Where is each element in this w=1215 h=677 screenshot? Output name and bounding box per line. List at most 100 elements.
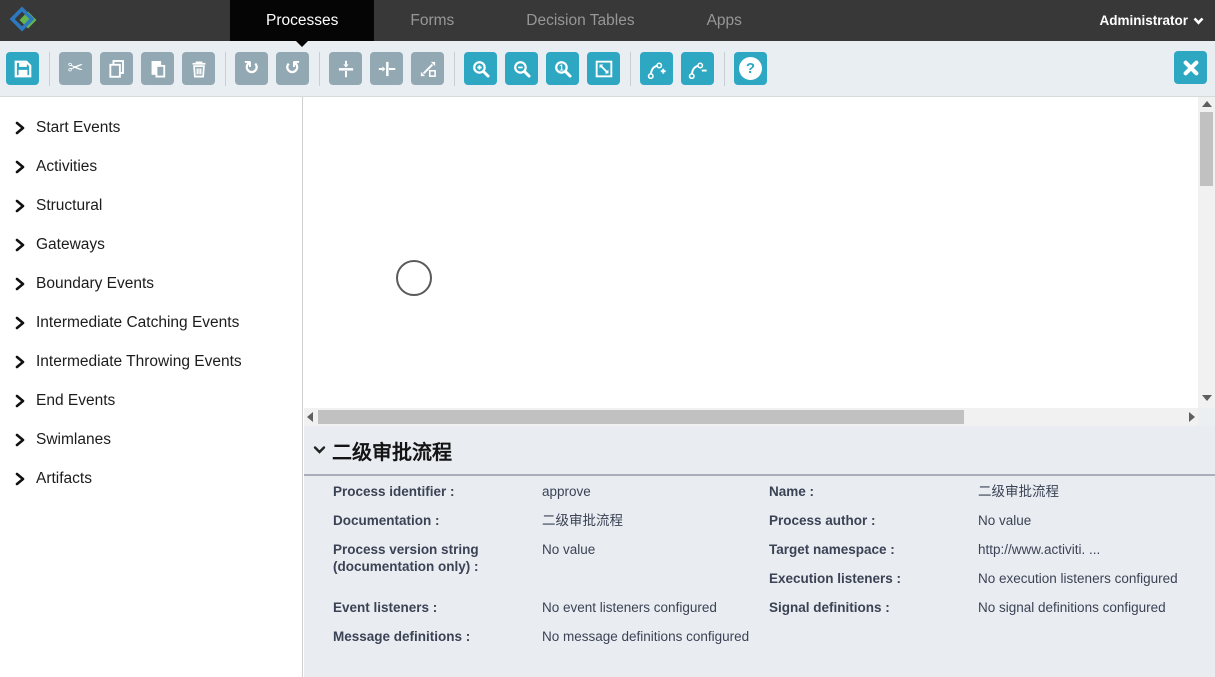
paste-button[interactable] bbox=[141, 52, 174, 85]
scissors-icon: ✂ bbox=[68, 59, 84, 78]
scroll-left-arrow[interactable] bbox=[307, 412, 313, 422]
same-size-icon bbox=[418, 59, 438, 79]
horizontal-scroll-thumb[interactable] bbox=[318, 410, 964, 424]
zoom-fit-icon bbox=[594, 59, 614, 79]
chevron-right-icon bbox=[14, 121, 26, 135]
chevron-right-icon bbox=[14, 238, 26, 252]
remove-bendpoint-icon bbox=[688, 59, 708, 79]
vertical-scroll-thumb[interactable] bbox=[1200, 112, 1213, 186]
copy-icon bbox=[107, 59, 127, 79]
property-value[interactable]: No signal definitions configured bbox=[978, 599, 1215, 616]
canvas-horizontal-scrollbar[interactable] bbox=[304, 408, 1198, 426]
user-name: Administrator bbox=[1099, 13, 1188, 28]
help-button[interactable]: ? bbox=[734, 52, 767, 85]
sidebar-item-boundary-events[interactable]: Boundary Events bbox=[0, 264, 302, 303]
sidebar-item-intermediate-catching-events[interactable]: Intermediate Catching Events bbox=[0, 303, 302, 342]
paste-icon bbox=[148, 59, 168, 79]
property-value[interactable]: No execution listeners configured bbox=[978, 570, 1215, 587]
tab-apps[interactable]: Apps bbox=[671, 0, 778, 41]
sidebar-item-swimlanes[interactable]: Swimlanes bbox=[0, 420, 302, 459]
align-vertical-button[interactable] bbox=[329, 52, 362, 85]
sidebar-item-label: Intermediate Catching Events bbox=[36, 314, 239, 332]
chevron-down-icon bbox=[313, 445, 326, 455]
redo-button[interactable]: ↻ bbox=[235, 52, 268, 85]
property-label: Execution listeners : bbox=[769, 570, 978, 587]
zoom-in-button[interactable] bbox=[464, 52, 497, 85]
property-row-process-author: Process author : No value bbox=[769, 512, 1215, 541]
property-value[interactable]: No event listeners configured bbox=[542, 599, 760, 616]
scroll-up-arrow[interactable] bbox=[1202, 101, 1212, 107]
editor-toolbar: ✂ ↻ ↺ bbox=[0, 41, 1215, 97]
property-row-message-definitions: Message definitions : No message definit… bbox=[333, 628, 760, 657]
sidebar-item-structural[interactable]: Structural bbox=[0, 186, 302, 225]
zoom-fit-button[interactable] bbox=[587, 52, 620, 85]
remove-bendpoint-button[interactable] bbox=[681, 52, 714, 85]
tab-processes[interactable]: Processes bbox=[230, 0, 374, 41]
canvas-vertical-scrollbar[interactable] bbox=[1198, 97, 1215, 408]
property-row-target-namespace: Target namespace : http://www.activiti. … bbox=[769, 541, 1215, 570]
sidebar-item-end-events[interactable]: End Events bbox=[0, 381, 302, 420]
svg-text:1: 1 bbox=[559, 62, 564, 72]
close-x-icon bbox=[1181, 58, 1201, 78]
sidebar-item-label: End Events bbox=[36, 392, 115, 410]
close-editor-button[interactable] bbox=[1174, 51, 1207, 84]
sidebar-item-activities[interactable]: Activities bbox=[0, 147, 302, 186]
undo-button[interactable]: ↺ bbox=[276, 52, 309, 85]
add-bendpoint-icon bbox=[647, 59, 667, 79]
process-canvas[interactable] bbox=[304, 97, 1198, 408]
chevron-right-icon bbox=[14, 472, 26, 486]
sidebar-item-label: Activities bbox=[36, 158, 97, 176]
align-vertical-icon bbox=[336, 59, 356, 79]
align-horizontal-button[interactable] bbox=[370, 52, 403, 85]
same-size-button[interactable] bbox=[411, 52, 444, 85]
tab-apps-label: Apps bbox=[707, 12, 742, 30]
property-value[interactable]: No value bbox=[542, 541, 760, 558]
property-value[interactable]: 二级审批流程 bbox=[542, 512, 760, 529]
property-row-execution-listeners: Execution listeners : No execution liste… bbox=[769, 570, 1215, 599]
sidebar-item-start-events[interactable]: Start Events bbox=[0, 108, 302, 147]
redo-arrow-icon: ↻ bbox=[244, 59, 260, 78]
cut-button[interactable]: ✂ bbox=[59, 52, 92, 85]
start-event-circle[interactable] bbox=[396, 260, 432, 296]
property-row-process-version-string: Process version string (documentation on… bbox=[333, 541, 760, 587]
copy-button[interactable] bbox=[100, 52, 133, 85]
property-grid: Process identifier : approve Documentati… bbox=[304, 476, 1215, 657]
chevron-right-icon bbox=[14, 199, 26, 213]
property-row-signal-definitions: Signal definitions : No signal definitio… bbox=[769, 599, 1215, 628]
property-value[interactable]: No message definitions configured bbox=[542, 628, 760, 645]
save-button[interactable] bbox=[6, 52, 39, 85]
property-value[interactable]: approve bbox=[542, 483, 760, 500]
tab-forms[interactable]: Forms bbox=[374, 0, 490, 41]
delete-button[interactable] bbox=[182, 52, 215, 85]
zoom-out-button[interactable] bbox=[505, 52, 538, 85]
scrollbar-corner bbox=[1198, 408, 1215, 426]
tab-forms-label: Forms bbox=[410, 12, 454, 30]
property-label: Event listeners : bbox=[333, 599, 542, 616]
property-value[interactable]: No value bbox=[978, 512, 1215, 529]
property-value[interactable]: 二级审批流程 bbox=[978, 483, 1215, 500]
chevron-right-icon bbox=[14, 316, 26, 330]
sidebar-item-gateways[interactable]: Gateways bbox=[0, 225, 302, 264]
zoom-actual-size-button[interactable]: 1 bbox=[546, 52, 579, 85]
user-menu[interactable]: Administrator bbox=[1099, 0, 1204, 41]
property-row-name: Name : 二级审批流程 bbox=[769, 483, 1215, 512]
tab-decision-tables[interactable]: Decision Tables bbox=[490, 0, 670, 41]
sidebar-item-intermediate-throwing-events[interactable]: Intermediate Throwing Events bbox=[0, 342, 302, 381]
sidebar-item-artifacts[interactable]: Artifacts bbox=[0, 459, 302, 498]
process-title: 二级审批流程 bbox=[332, 436, 452, 465]
toolbar-separator bbox=[630, 52, 631, 86]
active-tab-pointer bbox=[295, 40, 309, 47]
chevron-right-icon bbox=[14, 355, 26, 369]
properties-panel-header[interactable]: 二级审批流程 bbox=[304, 426, 1215, 476]
trash-icon bbox=[189, 59, 209, 79]
sidebar-item-label: Structural bbox=[36, 197, 102, 215]
toolbar-separator bbox=[724, 52, 725, 86]
chevron-right-icon bbox=[14, 160, 26, 174]
add-bendpoint-button[interactable] bbox=[640, 52, 673, 85]
scroll-right-arrow[interactable] bbox=[1189, 412, 1195, 422]
sidebar-item-label: Start Events bbox=[36, 119, 120, 137]
property-value[interactable]: http://www.activiti. ... bbox=[978, 541, 1215, 558]
scroll-down-arrow[interactable] bbox=[1202, 395, 1212, 401]
sidebar-item-label: Intermediate Throwing Events bbox=[36, 353, 242, 371]
property-label: Target namespace : bbox=[769, 541, 978, 558]
